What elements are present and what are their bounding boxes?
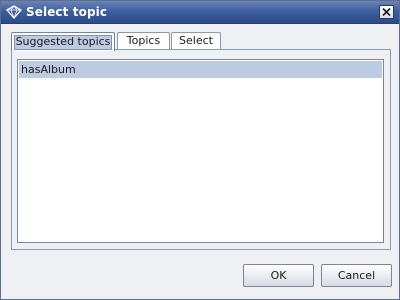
window-title: Select topic (26, 5, 108, 19)
close-button[interactable] (379, 5, 394, 19)
topic-list[interactable]: hasAlbum (17, 59, 384, 243)
tab-select[interactable]: Select (171, 32, 221, 50)
topic-map-icon (5, 5, 23, 20)
cancel-button[interactable]: Cancel (321, 264, 392, 287)
title-bar[interactable]: Select topic (1, 1, 399, 24)
tab-suggested-topics[interactable]: Suggested topics (11, 32, 115, 51)
tab-label: Topics (126, 34, 161, 47)
tab-topics[interactable]: Topics (117, 32, 170, 50)
tab-suggested-topics-focus: Suggested topics (14, 35, 112, 50)
tab-panel: hasAlbum (11, 49, 391, 250)
tab-label: Select (179, 34, 213, 47)
ok-button[interactable]: OK (243, 264, 314, 287)
close-icon (382, 8, 391, 16)
list-item[interactable]: hasAlbum (19, 61, 382, 78)
select-topic-dialog: Select topic Suggested topics Topics Sel… (0, 0, 400, 300)
tab-label: Suggested topics (15, 35, 111, 48)
